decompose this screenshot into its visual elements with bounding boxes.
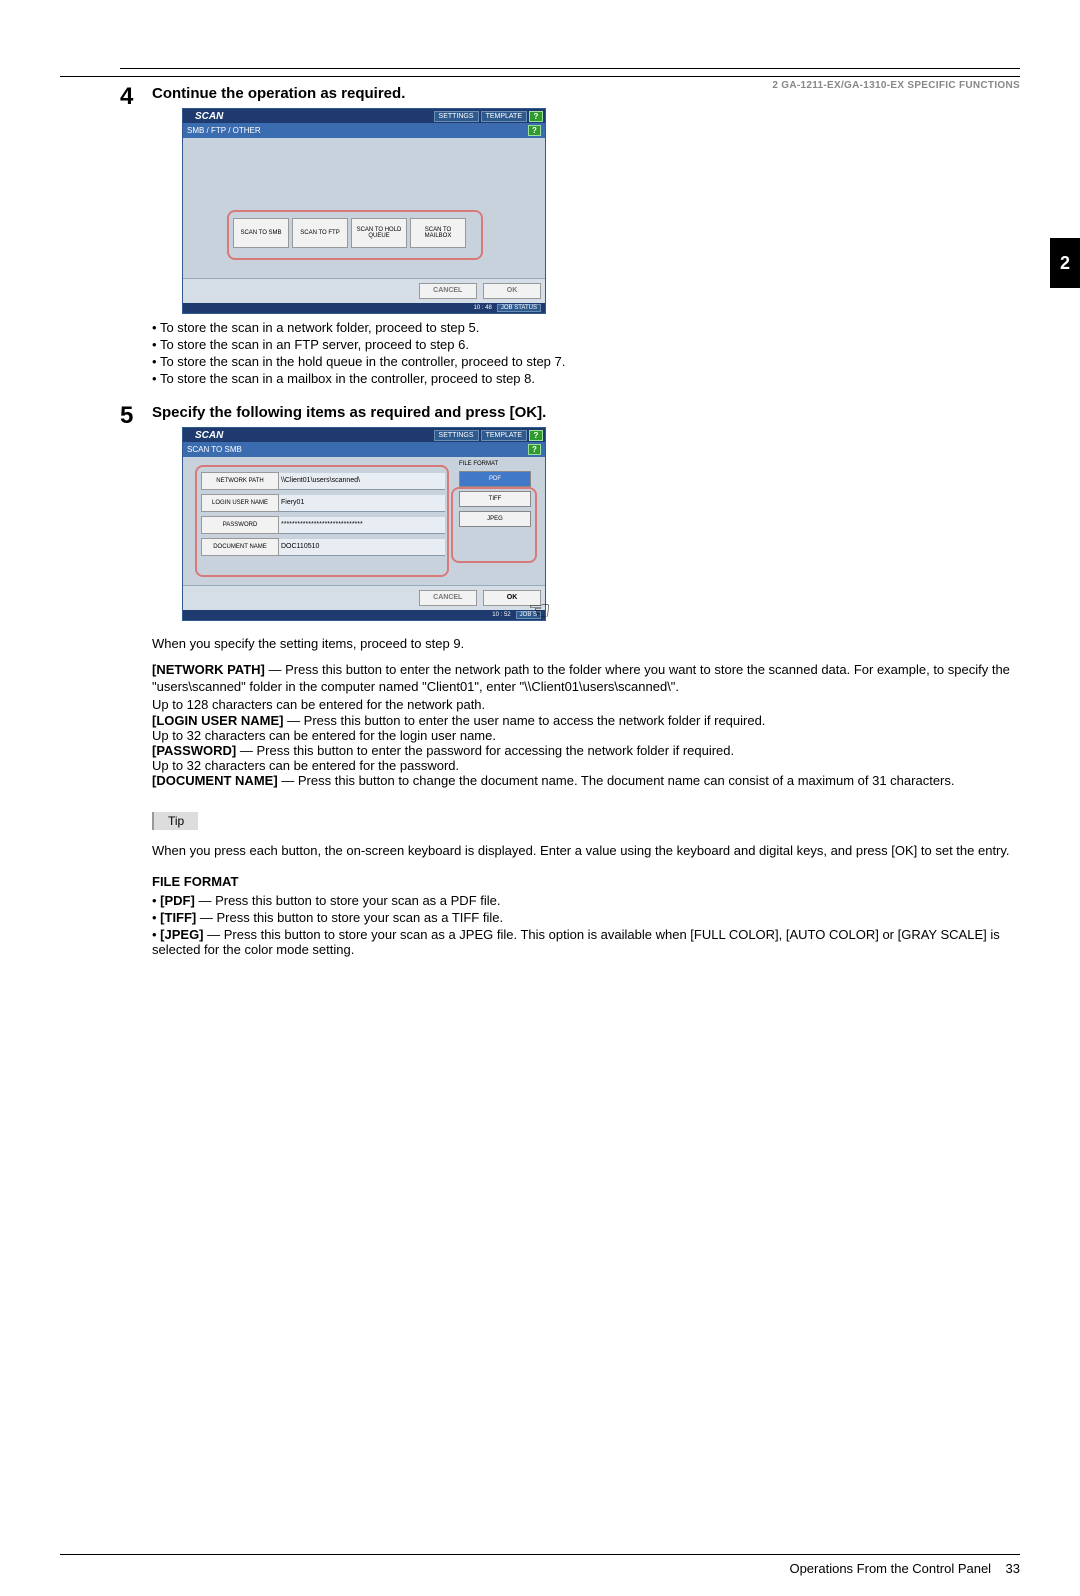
pointer-icon: ☜ [528,595,551,626]
network-path-value: \\Client01\users\scanned\ [279,473,445,490]
network-path-button[interactable]: NETWORK PATH [201,472,279,490]
login-user-name-desc: [LOGIN USER NAME] — Press this button to… [152,713,1020,743]
file-format-list: [PDF] — Press this button to store your … [152,893,1020,957]
list-item: To store the scan in a network folder, p… [152,320,1020,335]
panel-title: SCAN [185,430,432,441]
settings-button[interactable]: SETTINGS [434,430,479,441]
list-item: To store the scan in the hold queue in t… [152,354,1020,369]
step-number: 5 [120,404,152,627]
top-rule [120,68,1020,69]
settings-button[interactable]: SETTINGS [434,111,479,122]
panel-title: SCAN [185,111,432,122]
list-item: To store the scan in an FTP server, proc… [152,337,1020,352]
running-header: 2 GA-1211-EX/GA-1310-EX SPECIFIC FUNCTIO… [60,76,1020,91]
document-name-button[interactable]: DOCUMENT NAME [201,538,279,556]
password-value: ****************************** [279,517,445,534]
help-icon[interactable]: ? [528,444,541,455]
scan-to-smb-panel: SCAN SETTINGS TEMPLATE ? SCAN TO SMB ? N… [182,427,546,621]
scan-panel-destinations: SCAN SETTINGS TEMPLATE ? SMB / FTP / OTH… [182,108,546,314]
step4-bullets: To store the scan in a network folder, p… [152,320,1020,386]
list-item: [TIFF] — Press this button to store your… [152,910,1020,925]
list-item: [PDF] — Press this button to store your … [152,893,1020,908]
network-path-desc: [NETWORK PATH] — Press this button to en… [152,661,1020,714]
tiff-button[interactable]: TIFF [459,491,531,507]
login-user-name-value: Fiery01 [279,495,445,512]
file-format-heading: FILE FORMAT [152,874,1020,889]
password-desc: [PASSWORD] — Press this button to enter … [152,743,1020,773]
template-button[interactable]: TEMPLATE [481,430,527,441]
clock: 10 : 52 [492,612,510,618]
step-title: Specify the following items as required … [152,404,1020,421]
help-icon[interactable]: ? [528,125,541,136]
tip-label: Tip [152,812,198,830]
file-format-label: FILE FORMAT [459,461,531,467]
scan-to-ftp-button[interactable]: SCAN TO FTP [292,218,348,248]
login-user-name-button[interactable]: LOGIN USER NAME [201,494,279,512]
breadcrumb: SCAN TO SMB [187,445,242,454]
cancel-button[interactable]: CANCEL [419,590,477,606]
job-status-button[interactable]: JOB STATUS [497,304,541,312]
document-name-desc: [DOCUMENT NAME] — Press this button to c… [152,773,1020,788]
tip-text: When you press each button, the on-scree… [152,842,1020,860]
jpeg-button[interactable]: JPEG [459,511,531,527]
document-name-value: DOC110510 [279,539,445,556]
scan-to-mailbox-button[interactable]: SCAN TO MAILBOX [410,218,466,248]
password-button[interactable]: PASSWORD [201,516,279,534]
pdf-button[interactable]: PDF [459,471,531,487]
help-icon[interactable]: ? [529,430,543,441]
list-item: To store the scan in a mailbox in the co… [152,371,1020,386]
clock: 10 : 48 [474,305,492,311]
template-button[interactable]: TEMPLATE [481,111,527,122]
scan-to-hold-queue-button[interactable]: SCAN TO HOLD QUEUE [351,218,407,248]
breadcrumb: SMB / FTP / OTHER [187,126,261,135]
ok-button[interactable]: OK [483,283,541,299]
chapter-tab: 2 [1050,238,1080,288]
cancel-button[interactable]: CANCEL [419,283,477,299]
step-number: 4 [120,85,152,388]
list-item: [JPEG] — Press this button to store your… [152,927,1020,957]
scan-to-smb-button[interactable]: SCAN TO SMB [233,218,289,248]
footer-text: Operations From the Control Panel 33 [60,1555,1020,1576]
help-icon[interactable]: ? [529,111,543,122]
step5-after: When you specify the setting items, proc… [152,635,1020,653]
